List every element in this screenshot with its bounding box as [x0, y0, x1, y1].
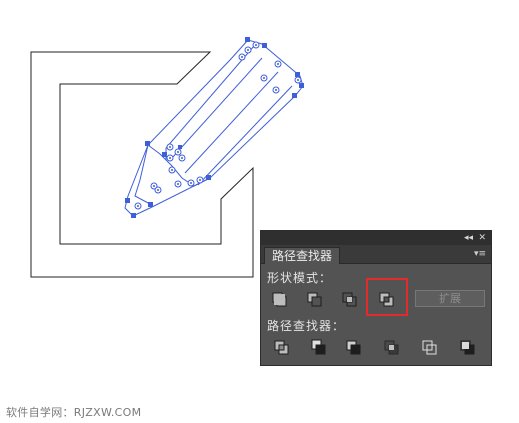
minus-front-button[interactable]: [304, 289, 326, 309]
panel-menu-icon[interactable]: ▾≡: [474, 249, 486, 259]
pathfinder-panel: ◂◂ ✕ 路径查找器 ▾≡ 形状模式： 扩展 路径查找器：: [260, 230, 492, 366]
merge-button[interactable]: [343, 337, 365, 357]
tab-pathfinder[interactable]: 路径查找器: [264, 247, 341, 264]
collapse-panel-icon[interactable]: ◂◂: [464, 232, 473, 244]
highlight-exclude-box: [366, 278, 408, 316]
shape-modes-label: 形状模式：: [267, 271, 333, 285]
trim-icon: [311, 339, 326, 355]
trim-button[interactable]: [307, 337, 329, 357]
pathfinders-label: 路径查找器：: [267, 319, 346, 333]
outline-button[interactable]: [419, 337, 441, 357]
merge-icon: [346, 340, 361, 355]
minus-back-button[interactable]: [457, 337, 479, 357]
close-panel-icon[interactable]: ✕: [478, 232, 486, 244]
divide-button[interactable]: [271, 337, 293, 357]
panel-tab-strip: 路径查找器 ▾≡: [261, 245, 491, 264]
crop-icon: [384, 340, 399, 355]
intersect-icon: [342, 292, 357, 307]
expand-button[interactable]: 扩展: [415, 290, 485, 307]
path-point-markers[interactable]: [134, 41, 302, 210]
unite-icon: [272, 292, 287, 307]
outline-icon: [422, 340, 437, 355]
divide-icon: [274, 340, 289, 355]
intersect-button[interactable]: [339, 289, 361, 309]
crop-button[interactable]: [381, 337, 403, 357]
watermark-text: 软件自学网：RJZXW.COM: [6, 406, 142, 419]
minus-front-icon: [307, 292, 322, 307]
minus-back-icon: [460, 340, 475, 355]
panel-title-bar[interactable]: ◂◂ ✕: [261, 231, 491, 245]
unite-button[interactable]: [269, 289, 291, 309]
